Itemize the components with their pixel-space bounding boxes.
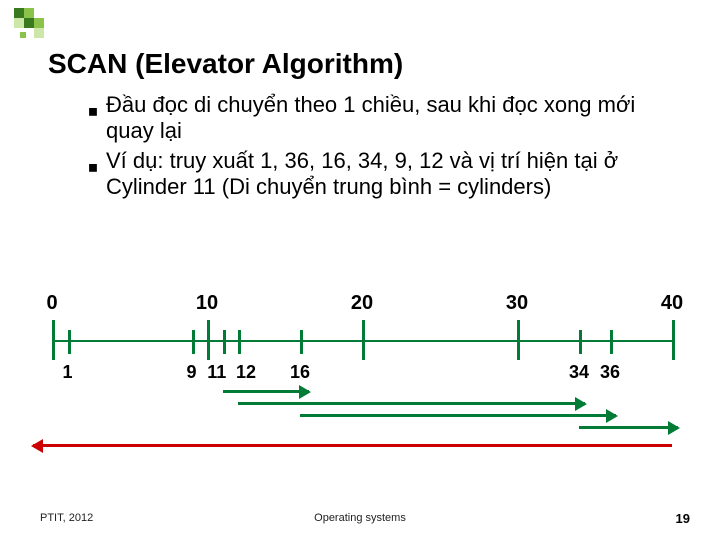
move-arrow-right [300,414,616,417]
bullet-icon: ◼ [88,92,106,144]
bullet-text: Đầu đọc di chuyển theo 1 chiều, sau khi … [106,92,680,144]
footer-center: Operating systems [0,512,720,524]
bullet-icon: ◼ [88,148,106,200]
major-tick [362,320,365,360]
axis-label: 20 [351,292,373,315]
request-label: 12 [236,362,256,383]
slide-title: SCAN (Elevator Algorithm) [48,48,403,80]
scan-diagram: 0 10 20 30 40 1 9 11 12 16 34 36 [52,280,672,480]
axis-label: 40 [661,292,683,315]
major-tick [52,320,55,360]
move-arrow-right [238,402,585,405]
axis-label: 0 [46,292,57,315]
list-item: ◼ Ví dụ: truy xuất 1, 36, 16, 34, 9, 12 … [88,148,680,200]
minor-tick [223,330,226,354]
request-label: 36 [600,362,620,383]
minor-tick [68,330,71,354]
minor-tick [238,330,241,354]
minor-tick [300,330,303,354]
request-label: 34 [569,362,589,383]
minor-tick [192,330,195,354]
move-arrow-right [579,426,678,429]
major-tick [207,320,210,360]
move-arrow-right [223,390,310,393]
minor-tick [579,330,582,354]
request-label: 11 [207,362,226,383]
minor-tick [610,330,613,354]
axis-label: 30 [506,292,528,315]
request-label: 9 [186,362,196,383]
major-tick [672,320,675,360]
major-tick [517,320,520,360]
page-number: 19 [676,511,690,526]
request-label: 16 [290,362,310,383]
list-item: ◼ Đầu đọc di chuyển theo 1 chiều, sau kh… [88,92,680,144]
bullet-text: Ví dụ: truy xuất 1, 36, 16, 34, 9, 12 và… [106,148,680,200]
request-label: 1 [62,362,72,383]
axis-label: 10 [196,292,218,315]
move-arrow-left [33,444,672,447]
bullet-list: ◼ Đầu đọc di chuyển theo 1 chiều, sau kh… [88,92,680,204]
